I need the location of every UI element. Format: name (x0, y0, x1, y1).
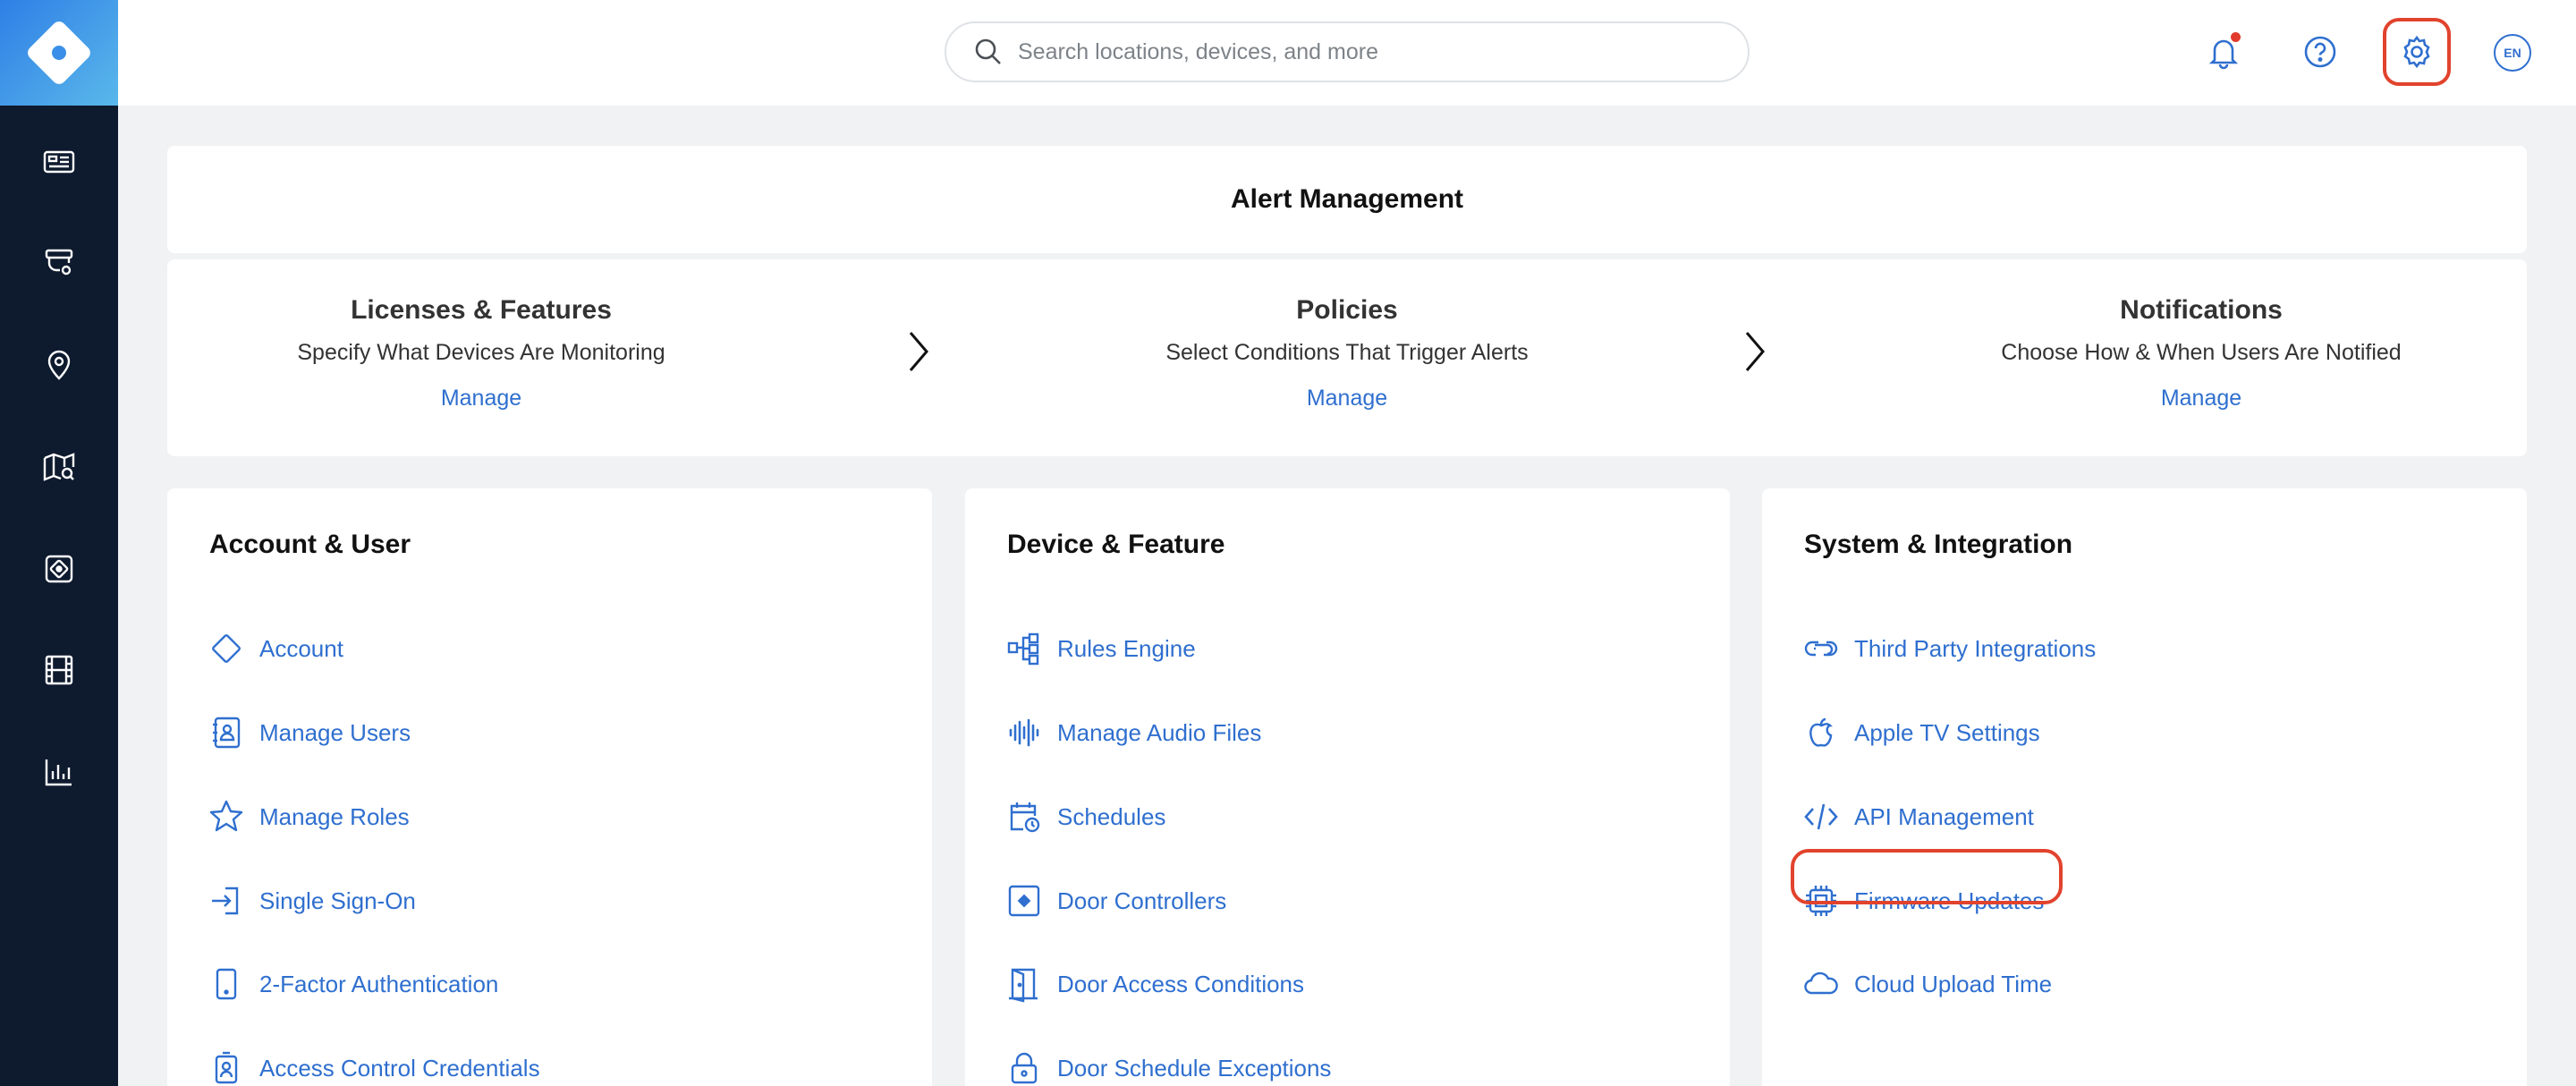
link-door-access-conditions[interactable]: Door Access Conditions (1005, 960, 1304, 1008)
diamond-icon (212, 634, 241, 663)
search-icon (975, 38, 1001, 64)
sidebar-item-locations[interactable] (0, 328, 118, 400)
access-control-icon (45, 555, 73, 583)
user-book-icon (213, 717, 241, 749)
step-subtitle: Choose How & When Users Are Notified (2001, 340, 2402, 365)
apple-icon (1809, 717, 1833, 747)
step-notifications: Notifications Choose How & When Users Ar… (1933, 295, 2470, 411)
section-title: Device & Feature (1007, 530, 1225, 559)
logo-icon (24, 18, 94, 88)
notifications-manage-link[interactable]: Manage (2161, 386, 2241, 411)
film-icon (45, 655, 73, 685)
step-subtitle: Specify What Devices Are Monitoring (297, 340, 665, 365)
sidebar-item-analytics[interactable] (0, 736, 118, 808)
door-icon (1009, 968, 1038, 1003)
rules-icon (1007, 632, 1039, 666)
link-third-party-integrations[interactable]: Third Party Integrations (1802, 624, 2096, 673)
firmware-updates-highlight (1791, 849, 2063, 904)
location-pin-icon (47, 350, 71, 380)
section-title: System & Integration (1804, 530, 2073, 559)
link-label: Rules Engine (1057, 634, 1196, 662)
badge-icon (215, 1051, 238, 1084)
link-api-management[interactable]: API Management (1802, 793, 2034, 841)
search-bar[interactable] (945, 21, 1750, 82)
link-label: Door Controllers (1057, 887, 1227, 914)
section-device-feature: Device & Feature Rules Engine Manage Aud… (965, 488, 1730, 1086)
step-subtitle: Select Conditions That Trigger Alerts (1165, 340, 1529, 365)
link-access-control-credentials[interactable]: Access Control Credentials (208, 1044, 540, 1086)
link-label: 2-Factor Authentication (259, 970, 499, 997)
link-icon (1804, 641, 1838, 657)
link-label: Account (259, 634, 343, 662)
link-manage-users[interactable]: Manage Users (208, 708, 411, 757)
notifications-button[interactable] (2195, 23, 2252, 81)
camera-icon (45, 249, 73, 276)
bar-chart-icon (45, 759, 72, 786)
section-title: Account & User (209, 530, 411, 559)
settings-button[interactable] (2383, 18, 2451, 86)
link-label: Cloud Upload Time (1854, 970, 2053, 997)
policies-manage-link[interactable]: Manage (1307, 386, 1387, 411)
controller-icon (1008, 885, 1040, 917)
sidebar (0, 0, 118, 1086)
link-label: API Management (1854, 802, 2034, 830)
link-cloud-upload-time[interactable]: Cloud Upload Time (1802, 960, 2052, 1008)
alert-management-steps: Licenses & Features Specify What Devices… (167, 259, 2527, 456)
phone-icon (216, 968, 237, 1000)
link-label: Manage Roles (259, 802, 410, 830)
sidebar-item-devices[interactable] (0, 226, 118, 298)
link-door-controllers[interactable]: Door Controllers (1005, 877, 1226, 925)
search-input[interactable] (1018, 38, 1698, 65)
step-policies: Policies Select Conditions That Trigger … (1079, 295, 1615, 411)
link-single-sign-on[interactable]: Single Sign-On (208, 877, 416, 925)
notification-badge (2231, 32, 2241, 42)
section-system-integration: System & Integration Third Party Integra… (1762, 488, 2527, 1086)
map-search-icon (43, 453, 75, 481)
link-schedules[interactable]: Schedules (1005, 793, 1165, 841)
link-account[interactable]: Account (208, 624, 343, 673)
chevron-right-icon (1745, 332, 1765, 371)
help-icon (2304, 36, 2336, 68)
sign-in-icon (212, 887, 239, 915)
link-label: Apple TV Settings (1854, 718, 2040, 746)
link-rules-engine[interactable]: Rules Engine (1005, 624, 1196, 673)
link-apple-tv-settings[interactable]: Apple TV Settings (1802, 708, 2040, 757)
dashboard-icon (43, 150, 75, 174)
section-account-user: Account & User Account Manage Users Mana… (167, 488, 932, 1086)
sidebar-item-maps[interactable] (0, 431, 118, 503)
link-label: Door Schedule Exceptions (1057, 1054, 1332, 1082)
step-title: Policies (1296, 295, 1398, 325)
gear-icon (2403, 35, 2430, 69)
topbar: EN (118, 0, 2576, 106)
alert-management-title: Alert Management (167, 146, 2527, 253)
link-2fa[interactable]: 2-Factor Authentication (208, 960, 498, 1008)
calendar-clock-icon (1010, 802, 1040, 833)
step-title: Notifications (2120, 295, 2283, 325)
code-icon (1804, 803, 1838, 830)
link-label: Access Control Credentials (259, 1054, 540, 1082)
sidebar-item-video[interactable] (0, 634, 118, 706)
link-door-schedule-exceptions[interactable]: Door Schedule Exceptions (1005, 1044, 1331, 1086)
link-label: Third Party Integrations (1854, 634, 2097, 662)
help-button[interactable] (2292, 23, 2349, 81)
link-label: Door Access Conditions (1057, 970, 1305, 997)
link-manage-audio-files[interactable]: Manage Audio Files (1005, 708, 1261, 757)
logo[interactable] (0, 0, 118, 106)
step-title: Licenses & Features (351, 295, 612, 325)
link-label: Schedules (1057, 802, 1166, 830)
licenses-manage-link[interactable]: Manage (441, 386, 521, 411)
audio-wave-icon (1009, 718, 1039, 747)
lock-icon (1011, 1052, 1038, 1084)
chevron-right-icon (909, 332, 928, 371)
cloud-icon (1804, 971, 1838, 995)
link-label: Single Sign-On (259, 887, 416, 914)
link-manage-roles[interactable]: Manage Roles (208, 793, 410, 841)
step-licenses: Licenses & Features Specify What Devices… (213, 295, 750, 411)
link-label: Manage Users (259, 718, 411, 746)
link-label: Manage Audio Files (1057, 718, 1262, 746)
sidebar-item-access[interactable] (0, 533, 118, 605)
sidebar-item-dashboard[interactable] (0, 126, 118, 198)
language-button[interactable]: EN (2494, 34, 2531, 72)
star-icon (209, 800, 243, 832)
